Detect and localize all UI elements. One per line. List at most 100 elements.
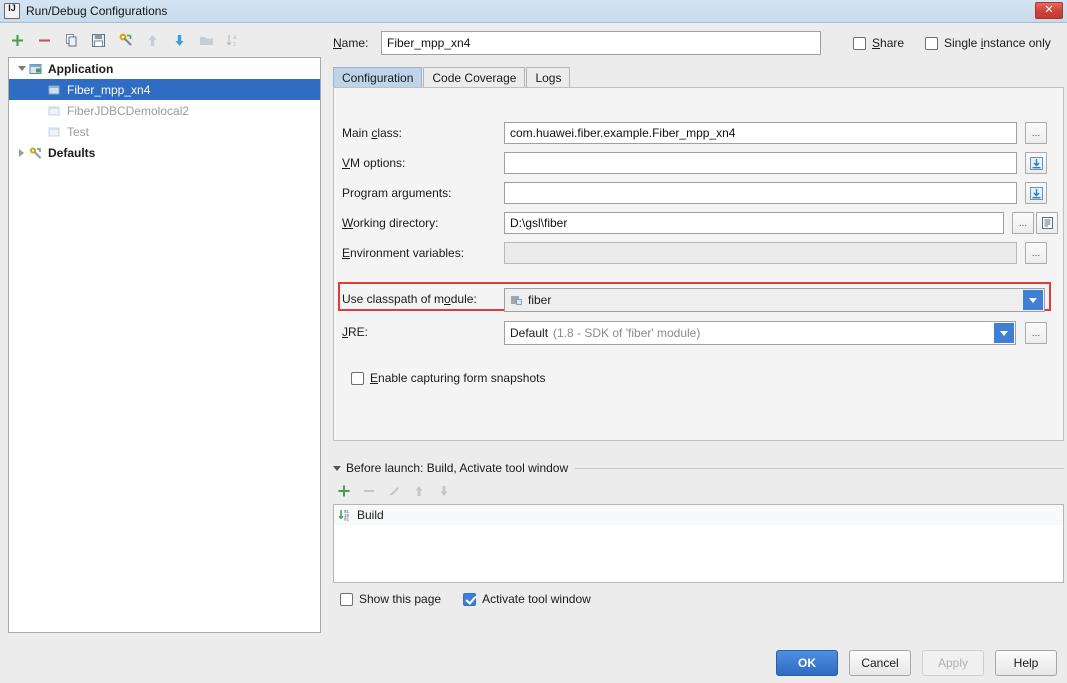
use-classpath-value: fiber [528,293,552,307]
tree-node-label: Defaults [48,145,96,160]
window-titlebar: Run/Debug Configurations ✕ [0,0,1067,23]
main-class-browse-button[interactable]: ... [1025,122,1047,144]
config-icon [47,125,62,139]
name-label: Name: [333,36,369,50]
close-icon[interactable]: ✕ [1035,2,1063,19]
task-label: Build [357,508,384,522]
edit-templates-icon[interactable] [117,32,134,49]
main-class-label: Main class: [342,126,403,140]
checkbox-box[interactable] [351,371,364,385]
tab-code-coverage[interactable]: Code Coverage [423,67,526,88]
chevron-down-icon[interactable] [15,66,28,71]
jre-hint: (1.8 - SDK of 'fiber' module) [553,326,701,340]
editor-tabs[interactable]: Configuration Code Coverage Logs [333,66,1064,88]
application-icon [28,62,43,76]
config-icon [47,104,62,118]
add-task-icon[interactable] [337,484,351,498]
enable-capturing-checkbox[interactable]: Enable capturing form snapshots [351,371,545,385]
before-launch-options: Show this page Activate tool window [340,592,591,606]
cancel-button[interactable]: Cancel [849,650,911,676]
chevron-down-icon [1029,297,1037,303]
before-launch-toolbar [337,480,451,502]
working-directory-input[interactable]: D:\gsl\fiber [504,212,1004,234]
program-arguments-label: Program arguments: [342,186,452,200]
main-class-input[interactable]: com.huawei.fiber.example.Fiber_mpp_xn4 [504,122,1017,144]
tree-node-label: FiberJDBCDemolocal2 [67,103,190,118]
window-title: Run/Debug Configurations [26,4,168,18]
use-classpath-row: Use classpath of module: fiber [342,288,1057,312]
edit-task-icon [387,484,401,498]
environment-variables-row: Environment variables: ... [342,242,1057,264]
checkbox-box[interactable] [925,36,938,50]
before-launch-separator [575,467,1064,469]
ok-button[interactable]: OK [776,650,838,676]
jre-row: JRE: Default (1.8 - SDK of 'fiber' modul… [342,321,1057,345]
environment-variables-input[interactable] [504,242,1017,264]
use-classpath-dropdown-arrow[interactable] [1023,290,1043,310]
copy-icon[interactable] [63,32,80,49]
add-icon[interactable] [9,32,26,49]
environment-variables-label: Environment variables: [342,246,465,260]
move-up-icon [144,32,161,49]
sort-icon: a z [225,32,242,49]
tab-logs[interactable]: Logs [526,67,571,88]
configurations-toolbar: a z [0,24,322,56]
single-instance-checkbox[interactable]: Single instance only [925,36,1051,50]
expand-editor-icon[interactable] [1025,182,1047,204]
move-down-icon[interactable] [171,32,188,49]
activate-tool-window-checkbox[interactable]: Activate tool window [463,592,591,606]
move-task-down-icon [437,484,451,498]
share-checkbox[interactable]: Share [853,36,904,50]
checkbox-box[interactable] [463,592,477,606]
help-button[interactable]: Help [995,650,1057,676]
checkbox-box[interactable] [853,36,866,50]
jre-dropdown-arrow[interactable] [994,323,1014,343]
list-item[interactable]: 01 10 01 Build [334,505,1063,525]
program-arguments-input[interactable] [504,182,1017,204]
tree-node-fiber-mpp-xn4[interactable]: Fiber_mpp_xn4 [9,79,320,100]
configuration-tab-panel: Main class: com.huawei.fiber.example.Fib… [333,87,1064,441]
tree-node-application[interactable]: Application [9,58,320,79]
jre-combo[interactable]: Default (1.8 - SDK of 'fiber' module) [504,321,1016,345]
chevron-right-icon[interactable] [15,148,28,157]
share-label: Share [872,36,905,50]
tree-node-defaults[interactable]: Defaults [9,142,320,163]
remove-icon[interactable] [36,32,53,49]
working-directory-browse-button[interactable]: ... [1012,212,1034,234]
save-icon[interactable] [90,32,107,49]
tree-node-label: Application [48,61,114,76]
working-directory-label: Working directory: [342,216,439,230]
expand-editor-icon[interactable] [1025,152,1047,174]
tab-configuration[interactable]: Configuration [333,67,423,88]
tree-node-test[interactable]: Test [9,121,320,142]
dialog-button-bar: OK Cancel Apply Help [0,650,1067,683]
checkbox-box[interactable] [340,592,353,606]
before-launch-header[interactable]: Before launch: Build, Activate tool wind… [333,460,1064,476]
tree-node-fiberjdbcdemolocal2[interactable]: FiberJDBCDemolocal2 [9,100,320,121]
chevron-down-icon[interactable] [333,465,341,471]
show-this-page-label: Show this page [359,592,442,606]
jre-value: Default [510,326,549,340]
build-icon: 01 10 01 [338,508,352,522]
vm-options-input[interactable] [504,152,1017,174]
tree-node-label: Test [67,124,90,139]
configurations-tree[interactable]: Application Fiber_mpp_xn4 FiberJDBCDemol… [8,57,321,633]
chevron-down-icon [1000,330,1008,336]
use-classpath-combo[interactable]: fiber [504,288,1045,312]
environment-variables-browse-button[interactable]: ... [1025,242,1047,264]
main-class-row: Main class: com.huawei.fiber.example.Fib… [342,122,1057,144]
use-classpath-label: Use classpath of module: [342,292,477,306]
jre-browse-button[interactable]: ... [1025,322,1047,344]
svg-text:a: a [233,35,237,41]
jre-label: JRE: [342,325,369,339]
macros-icon[interactable] [1036,212,1058,234]
remove-task-icon [362,484,376,498]
module-icon [510,294,523,307]
folder-icon [198,32,215,49]
activate-tool-window-label: Activate tool window [482,592,591,606]
vm-options-row: VM options: [342,152,1057,174]
show-this-page-checkbox[interactable]: Show this page [340,592,441,606]
svg-text:01: 01 [344,519,350,522]
before-launch-task-list[interactable]: 01 10 01 Build [333,504,1064,583]
name-input[interactable] [381,31,821,55]
